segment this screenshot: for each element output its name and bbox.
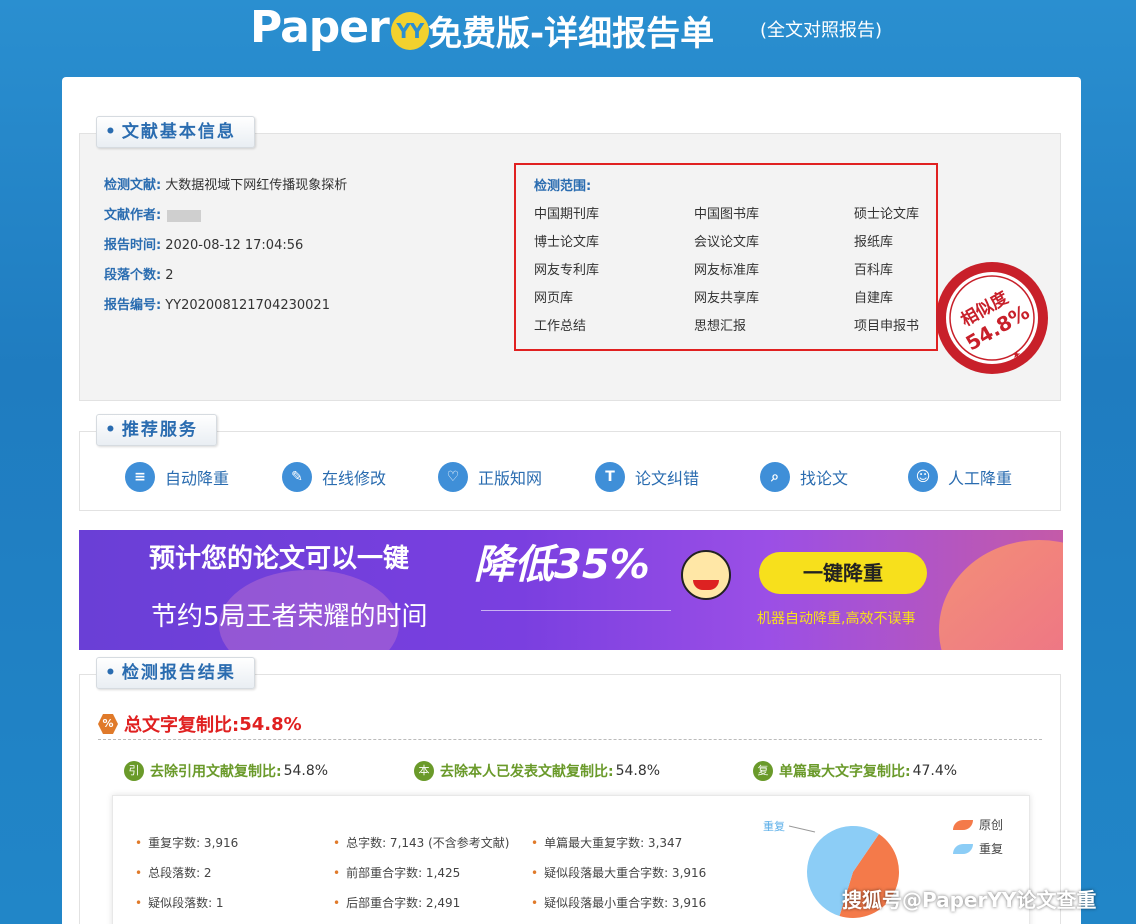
banner-note: 机器自动降重,高效不误事 (757, 611, 916, 627)
percent-icon: % (98, 714, 118, 734)
pie-label-line (788, 825, 816, 833)
logo-badge: YY (390, 12, 429, 50)
scope-item: 百科库 (854, 263, 894, 278)
scope-item: 项目申报书 (854, 319, 920, 334)
info-row: 报告时间: 2020-08-12 17:04:56 (104, 238, 304, 253)
service-correction[interactable]: T 论文纠错 (595, 462, 699, 492)
service-auto-reduce[interactable]: ≡ 自动降重 (125, 462, 229, 492)
detail-item: 后部重合字数: 2,491 (333, 894, 460, 911)
pie-label-duplicate: 重复 (763, 819, 785, 833)
svg-text:★: ★ (1012, 350, 1021, 361)
stat-single-max: 复单篇最大文字复制比: 47.4% (753, 761, 957, 781)
page-subtitle: (全文对照报告) (760, 20, 883, 41)
recommended-services-section: • 推荐服务 ≡ 自动降重 ✎ 在线修改 ♡ 正版知网 T 论文纠错 ⌕ 找论文 ☺ 人工降重 (79, 414, 1061, 511)
service-cnki[interactable]: ♡ 正版知网 (438, 462, 542, 492)
users-icon: ☺ (908, 462, 938, 492)
legend-original: 原创 (953, 816, 1003, 833)
scope-item: 网页库 (534, 291, 574, 306)
banner-highlight: 降低35% (474, 542, 650, 588)
scope-item: 自建库 (854, 291, 894, 306)
scope-item: 网友标准库 (694, 263, 760, 278)
scope-item: 工作总结 (534, 319, 587, 334)
scope-item: 硕士论文库 (854, 207, 920, 222)
heart-icon: ♡ (438, 462, 468, 492)
quote-icon: 引 (124, 761, 144, 781)
info-row: 段落个数: 2 (104, 268, 174, 283)
section-tab: • 推荐服务 (96, 414, 217, 446)
promo-banner[interactable]: 预计您的论文可以一键 降低35% 节约5局王者荣耀的时间 一键降重 机器自动降重… (79, 530, 1063, 650)
search-icon: ⌕ (760, 462, 790, 492)
banner-divider (481, 610, 671, 611)
section-tab: • 文献基本信息 (96, 116, 255, 148)
detail-item: 前部重合字数: 1,425 (333, 864, 460, 881)
detail-item: 总段落数: 2 (135, 864, 212, 881)
scope-item: 网友共享库 (694, 291, 760, 306)
detail-item: 重复字数: 3,916 (135, 834, 238, 851)
self-icon: 本 (414, 761, 434, 781)
page-title: 免费版-详细报告单 (428, 14, 715, 54)
scope-title: 检测范围: (534, 179, 592, 194)
sort-icon: ≡ (125, 462, 155, 492)
copy-icon: 复 (753, 761, 773, 781)
author-redacted (167, 209, 202, 222)
scope-item: 中国图书库 (694, 207, 760, 222)
detail-item: 疑似段落最小重合字数: 3,916 (531, 894, 706, 911)
logo-text: Paper (250, 2, 390, 53)
service-find-paper[interactable]: ⌕ 找论文 (760, 462, 848, 492)
banner-subline: 节约5局王者荣耀的时间 (151, 602, 428, 632)
info-row: 文献作者: (104, 204, 202, 223)
scope-item: 中国期刊库 (534, 207, 600, 222)
detail-item: 疑似段落数: 1 (135, 894, 224, 911)
stat-excl-citations: 引去除引用文献复制比: 54.8% (124, 761, 328, 781)
detail-item: 单篇最大重复字数: 3,347 (531, 834, 682, 851)
divider (98, 739, 1042, 740)
detail-item: 总字数: 7,143 (不含参考文献) (333, 834, 509, 851)
service-manual-reduce[interactable]: ☺ 人工降重 (908, 462, 1012, 492)
banner-headline: 预计您的论文可以一键 (149, 544, 410, 574)
scope-item: 网友专利库 (534, 263, 600, 278)
scope-item: 思想汇报 (694, 319, 747, 334)
info-row: 报告编号: YY202008121704230021 (104, 298, 330, 313)
one-click-reduce-button[interactable]: 一键降重 (759, 552, 927, 594)
service-online-edit[interactable]: ✎ 在线修改 (282, 462, 386, 492)
detail-item: 疑似段落最大重合字数: 3,916 (531, 864, 706, 881)
stat-excl-self: 本去除本人已发表文献复制比: 54.8% (414, 761, 660, 781)
scope-item: 会议论文库 (694, 235, 760, 250)
detection-scope: 检测范围: 中国期刊库 中国图书库 硕士论文库 博士论文库 会议论文库 报纸库 … (514, 163, 938, 351)
watermark: 搜狐号@PaperYY论文查重 (842, 888, 1097, 912)
info-row: 检测文献: 大数据视域下网红传播现象探析 (104, 178, 348, 193)
logo: Paper YY (250, 2, 429, 53)
basic-info-section: • 文献基本信息 检测文献: 大数据视域下网红传播现象探析 文献作者: 报告时间: 2… (79, 116, 1061, 401)
scope-item: 博士论文库 (534, 235, 600, 250)
legend-duplicate: 重复 (953, 840, 1003, 857)
section-tab: • 检测报告结果 (96, 657, 255, 689)
total-copy-ratio: % 总文字复制比: 54.8% (98, 711, 302, 737)
similarity-stamp: 相似度 54.8% ★ (936, 262, 1048, 374)
text-icon: T (595, 462, 625, 492)
header: Paper YY 免费版-详细报告单 (全文对照报告) (0, 0, 1136, 76)
pencil-icon: ✎ (282, 462, 312, 492)
report-sheet: • 文献基本信息 检测文献: 大数据视域下网红传播现象探析 文献作者: 报告时间: 2… (62, 77, 1081, 924)
scope-item: 报纸库 (854, 235, 894, 250)
cartoon-face-icon (681, 550, 731, 600)
